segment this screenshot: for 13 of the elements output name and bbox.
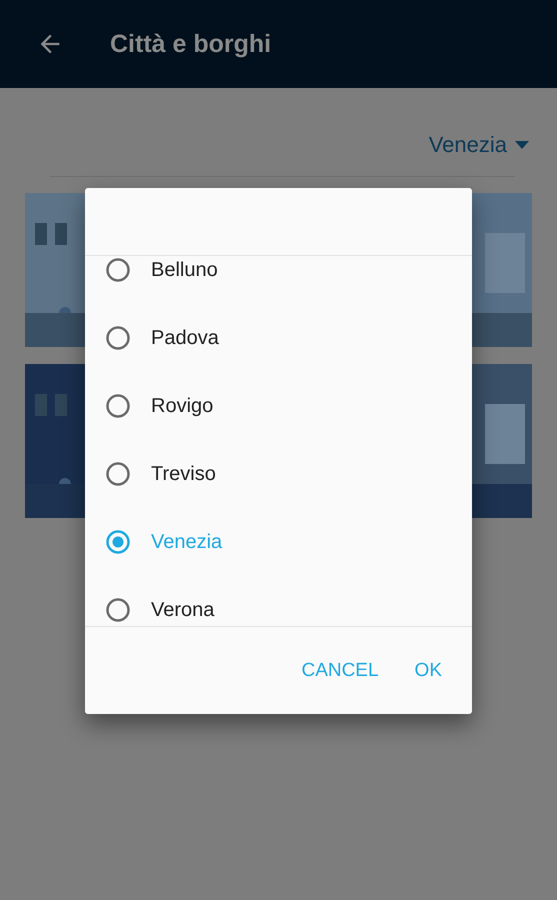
region-option[interactable]: Verona <box>85 576 472 626</box>
region-option[interactable]: Padova <box>85 304 472 372</box>
caret-icon <box>515 141 529 149</box>
radio-button[interactable] <box>105 325 131 351</box>
region-option[interactable]: Rovigo <box>85 372 472 440</box>
radio-button[interactable] <box>105 257 131 283</box>
region-option[interactable]: Belluno <box>85 256 472 304</box>
radio-button[interactable] <box>105 461 131 487</box>
app-bar-title: Città e borghi <box>110 30 272 58</box>
radio-button[interactable] <box>105 529 131 555</box>
radio-button[interactable] <box>105 393 131 419</box>
radio-button[interactable] <box>105 597 131 623</box>
region-option[interactable]: Treviso <box>85 440 472 508</box>
